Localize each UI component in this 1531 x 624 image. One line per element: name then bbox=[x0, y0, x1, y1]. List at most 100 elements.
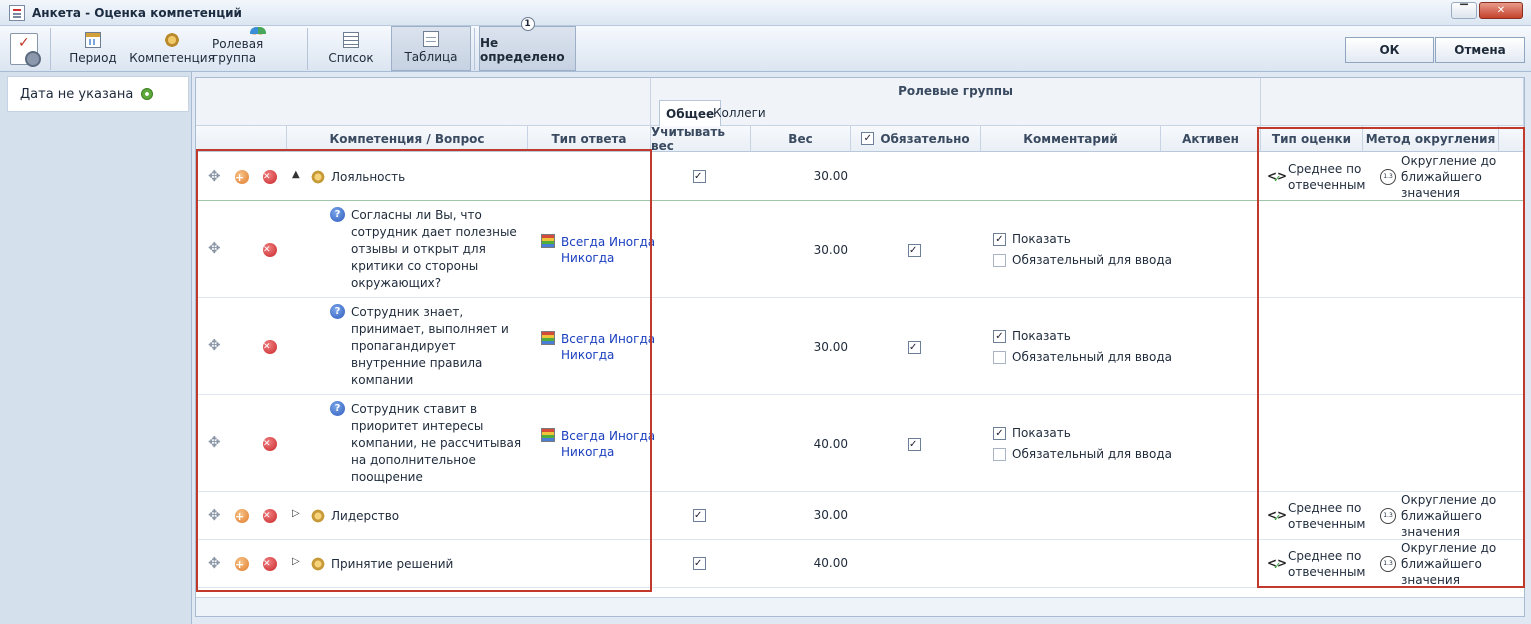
comment-show-option[interactable]: ✓ Показать bbox=[993, 232, 1071, 246]
minimize-button[interactable]: ▔ bbox=[1451, 2, 1477, 19]
answer-type-link[interactable]: Никогда bbox=[561, 445, 614, 459]
rounding-cell[interactable]: 1.3 Округление до ближайшего значения bbox=[1380, 492, 1496, 540]
answer-type-cell[interactable]: Всегда Иногда Никогда bbox=[541, 234, 655, 266]
mandatory-checkbox[interactable]: ✓ bbox=[908, 438, 921, 451]
competence-column-header[interactable]: Компетенция / Вопрос bbox=[287, 126, 528, 152]
comment-required-option[interactable]: Обязательный для ввода bbox=[993, 447, 1172, 461]
answer-type-link[interactable]: Всегда Иногда bbox=[561, 235, 655, 249]
show-comment-checkbox[interactable]: ✓ bbox=[993, 232, 1006, 246]
weight-value[interactable]: 30.00 bbox=[756, 169, 848, 183]
ok-button[interactable]: ОК bbox=[1345, 37, 1434, 63]
answer-type-cell[interactable]: Всегда Иногда Никогда bbox=[541, 331, 655, 363]
form-settings-icon[interactable] bbox=[10, 33, 41, 67]
window-title: Анкета - Оценка компетенций bbox=[32, 5, 242, 20]
use-weight-checkbox[interactable]: ✓ bbox=[693, 509, 706, 522]
move-icon[interactable] bbox=[208, 239, 222, 257]
comment-required-option[interactable]: Обязательный для ввода bbox=[993, 253, 1172, 267]
answer-type-link[interactable]: Никогда bbox=[561, 251, 614, 265]
question-icon: ? bbox=[330, 401, 345, 416]
competence-cell: Лояльность bbox=[310, 169, 405, 185]
question-line: компании bbox=[351, 373, 414, 387]
expand-icon[interactable]: ▷ bbox=[292, 508, 304, 519]
rounding-line: ближайшего bbox=[1401, 170, 1482, 184]
required-comment-checkbox[interactable] bbox=[993, 253, 1006, 267]
question-row[interactable]: ✕ ? Согласны ли Вы, что сотрудник дает п… bbox=[196, 201, 1524, 298]
comment-required-option[interactable]: Обязательный для ввода bbox=[993, 350, 1172, 364]
cancel-button[interactable]: Отмена bbox=[1435, 37, 1525, 63]
comment-show-option[interactable]: ✓ Показать bbox=[993, 426, 1071, 440]
competence-row[interactable]: + ✕ ▲ Лояльность ✓ 30.00 Среднее по отвеч… bbox=[196, 153, 1524, 201]
delete-icon[interactable]: ✕ bbox=[263, 437, 277, 451]
move-icon[interactable] bbox=[208, 433, 222, 451]
use-weight-checkbox[interactable]: ✓ bbox=[693, 170, 706, 183]
add-question-icon[interactable]: + bbox=[235, 557, 249, 571]
required-comment-checkbox[interactable] bbox=[993, 447, 1006, 461]
comment-column-header[interactable]: Комментарий bbox=[981, 126, 1161, 152]
question-line: Согласны ли Вы, что bbox=[351, 208, 482, 222]
rounding-column-header[interactable]: Метод округления bbox=[1363, 126, 1499, 152]
mandatory-checkbox[interactable]: ✓ bbox=[908, 341, 921, 354]
close-window-button[interactable]: ✕ bbox=[1479, 2, 1523, 19]
competence-button[interactable]: Компетенция bbox=[129, 26, 215, 71]
weight-value[interactable]: 40.00 bbox=[756, 437, 848, 451]
show-comment-checkbox[interactable]: ✓ bbox=[993, 329, 1006, 343]
rounding-icon: 1.3 bbox=[1380, 556, 1396, 572]
weight-value[interactable]: 30.00 bbox=[756, 340, 848, 354]
move-icon[interactable] bbox=[208, 336, 222, 354]
answer-type-column-header[interactable]: Тип ответа bbox=[528, 126, 651, 152]
score-type-cell[interactable]: Среднее по отвеченным bbox=[1267, 500, 1365, 532]
question-row[interactable]: ✕ ? Сотрудник знает, принимает, выполняе… bbox=[196, 298, 1524, 395]
move-icon[interactable] bbox=[208, 554, 222, 572]
competence-label: Компетенция bbox=[129, 51, 215, 65]
period-item[interactable]: Дата не указана bbox=[7, 76, 189, 112]
add-question-icon[interactable]: + bbox=[235, 509, 249, 523]
mandatory-column-header[interactable]: ✓ Обязательно bbox=[851, 126, 981, 152]
list-view-button[interactable]: Список bbox=[312, 26, 390, 71]
expand-icon[interactable]: ▷ bbox=[292, 556, 304, 567]
rounding-line: значения bbox=[1401, 573, 1460, 587]
comment-show-option[interactable]: ✓ Показать bbox=[993, 329, 1071, 343]
answer-type-link[interactable]: Всегда Иногда bbox=[561, 429, 655, 443]
competence-row[interactable]: + ✕ ▷ Принятие решений ✓ 40.00 Среднее п… bbox=[196, 540, 1524, 588]
weight-value[interactable]: 30.00 bbox=[756, 243, 848, 257]
show-comment-checkbox[interactable]: ✓ bbox=[993, 426, 1006, 440]
score-type-cell[interactable]: Среднее по отвеченным bbox=[1267, 161, 1365, 193]
weight-column-header[interactable]: Вес bbox=[751, 126, 851, 152]
mandatory-checkbox[interactable]: ✓ bbox=[908, 244, 921, 257]
move-icon[interactable] bbox=[208, 167, 222, 185]
role-groups-title: Ролевые группы bbox=[898, 84, 1013, 98]
rounding-cell[interactable]: 1.3 Округление до ближайшего значения bbox=[1380, 540, 1496, 588]
question-row[interactable]: ✕ ? Сотрудник ставит в приоритет интерес… bbox=[196, 395, 1524, 492]
grid-group-header-right bbox=[1261, 78, 1524, 126]
rounding-cell[interactable]: 1.3 Округление до ближайшего значения bbox=[1380, 153, 1496, 201]
competence-row[interactable]: + ✕ ▷ Лидерство ✓ 30.00 Среднее по отвече… bbox=[196, 492, 1524, 540]
undefined-status-button[interactable]: 1 Не определено bbox=[479, 17, 576, 71]
move-icon[interactable] bbox=[208, 506, 222, 524]
score-type-cell[interactable]: Среднее по отвеченным bbox=[1267, 548, 1365, 580]
delete-icon[interactable]: ✕ bbox=[263, 170, 277, 184]
weight-value[interactable]: 40.00 bbox=[756, 556, 848, 570]
answer-type-link[interactable]: Всегда Иногда bbox=[561, 332, 655, 346]
delete-icon[interactable]: ✕ bbox=[263, 243, 277, 257]
delete-icon[interactable]: ✕ bbox=[263, 340, 277, 354]
tab-colleagues[interactable]: Коллеги bbox=[707, 100, 772, 126]
active-column-header[interactable]: Активен bbox=[1161, 126, 1261, 152]
add-question-icon[interactable]: + bbox=[235, 170, 249, 184]
competence-icon bbox=[310, 508, 326, 524]
answer-type-cell[interactable]: Всегда Иногда Никогда bbox=[541, 428, 655, 460]
required-comment-checkbox[interactable] bbox=[993, 350, 1006, 364]
answer-type-link[interactable]: Никогда bbox=[561, 348, 614, 362]
window-controls: ▔ ✕ bbox=[1451, 2, 1523, 19]
use-weight-column-header[interactable]: Учитывать вес bbox=[651, 125, 751, 153]
table-view-button[interactable]: Таблица bbox=[391, 26, 471, 71]
role-group-button[interactable]: Ролевая группа bbox=[212, 26, 304, 71]
score-type-column-header[interactable]: Тип оценки bbox=[1261, 126, 1363, 152]
collapse-icon[interactable]: ▲ bbox=[292, 169, 304, 180]
mandatory-all-checkbox[interactable]: ✓ bbox=[861, 132, 875, 145]
horizontal-scrollbar[interactable] bbox=[196, 597, 1524, 616]
period-button[interactable]: Период bbox=[62, 26, 124, 71]
delete-icon[interactable]: ✕ bbox=[263, 557, 277, 571]
weight-value[interactable]: 30.00 bbox=[756, 508, 848, 522]
delete-icon[interactable]: ✕ bbox=[263, 509, 277, 523]
use-weight-checkbox[interactable]: ✓ bbox=[693, 557, 706, 570]
